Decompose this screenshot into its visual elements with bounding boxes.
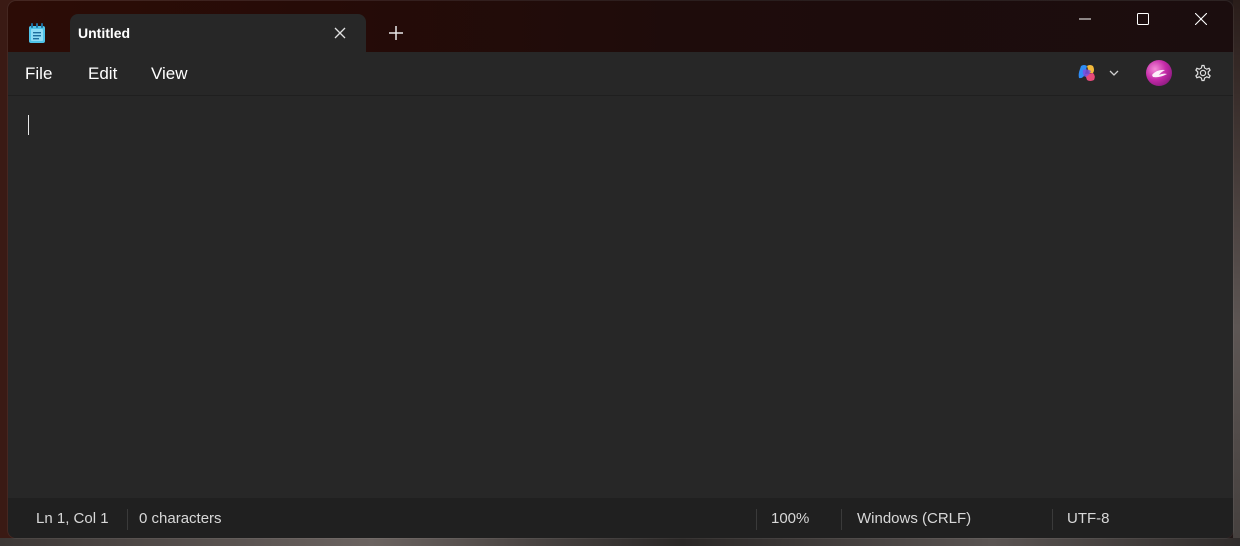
menu-file[interactable]: File bbox=[25, 64, 52, 84]
tab-close-icon[interactable] bbox=[332, 25, 348, 41]
copilot-icon[interactable] bbox=[1076, 62, 1098, 84]
text-editor[interactable] bbox=[8, 96, 1233, 498]
minimize-button[interactable] bbox=[1056, 1, 1114, 37]
status-zoom[interactable]: 100% bbox=[771, 498, 809, 538]
menu-view[interactable]: View bbox=[151, 64, 188, 84]
tab-title: Untitled bbox=[78, 25, 131, 41]
maximize-button[interactable] bbox=[1114, 1, 1172, 37]
avatar[interactable] bbox=[1146, 60, 1172, 86]
copilot-chevron-down-icon[interactable] bbox=[1108, 66, 1120, 78]
tab-untitled[interactable]: Untitled bbox=[70, 14, 366, 52]
close-window-button[interactable] bbox=[1172, 1, 1230, 37]
new-tab-plus-icon[interactable] bbox=[386, 23, 406, 43]
title-bar[interactable]: Untitled bbox=[8, 1, 1233, 52]
status-divider bbox=[756, 509, 757, 530]
notepad-window: Untitled File Edit View Ln 1, Col 1 0 ch… bbox=[8, 1, 1233, 538]
text-caret bbox=[28, 115, 29, 135]
close-icon bbox=[1195, 13, 1207, 25]
notepad-icon bbox=[28, 23, 46, 43]
status-cursor-position: Ln 1, Col 1 bbox=[36, 510, 109, 527]
status-bar: Ln 1, Col 1 0 characters 100% Windows (C… bbox=[8, 498, 1233, 538]
status-encoding[interactable]: UTF-8 bbox=[1067, 498, 1110, 538]
maximize-icon bbox=[1137, 13, 1149, 25]
status-character-count: 0 characters bbox=[139, 510, 222, 527]
status-divider bbox=[841, 509, 842, 530]
settings-gear-icon[interactable] bbox=[1192, 62, 1214, 84]
menu-bar: File Edit View bbox=[8, 52, 1233, 96]
status-divider bbox=[1052, 509, 1053, 530]
desktop-wallpaper-edge bbox=[1233, 0, 1240, 546]
status-divider bbox=[127, 509, 128, 530]
desktop-wallpaper-strip bbox=[0, 538, 1240, 546]
menu-edit[interactable]: Edit bbox=[88, 64, 117, 84]
status-line-ending[interactable]: Windows (CRLF) bbox=[857, 498, 971, 538]
minimize-icon bbox=[1079, 18, 1091, 20]
